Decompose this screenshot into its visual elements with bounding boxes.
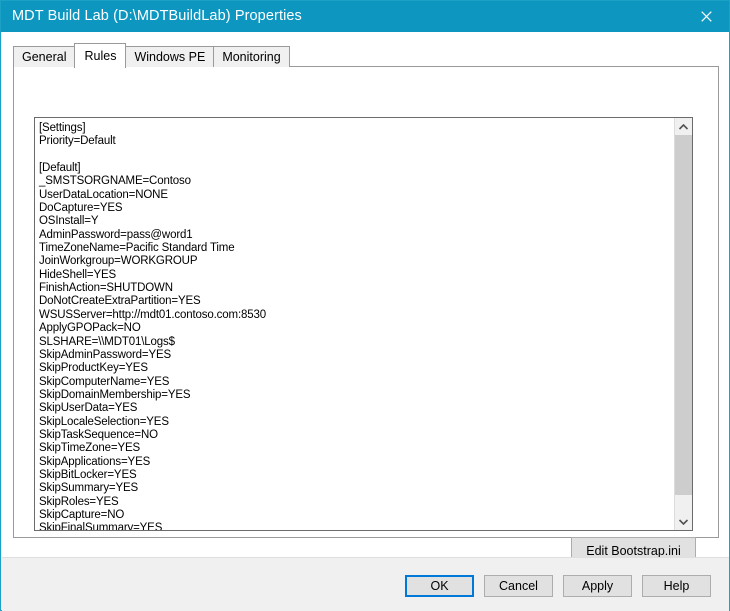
rules-line: SkipLocaleSelection=YES [39,415,169,428]
properties-dialog-window: MDT Build Lab (D:\MDTBuildLab) Propertie… [0,0,730,611]
rules-line: FinishAction=SHUTDOWN [39,282,173,295]
rules-line: Priority=Default [39,135,116,148]
dialog-body: General Rules Windows PE Monitoring [Set… [2,32,729,564]
tab-panel-rules: [Settings] Priority=Default [Default] _SMS… [13,66,719,564]
rules-line: SkipCapture=NO [39,508,125,521]
scrollbar-thumb[interactable] [675,135,692,495]
rules-line: JoinWorkgroup=WORKGROUP [39,255,198,268]
rules-line: TimeZoneName=Pacific Standard Time [39,242,235,255]
title-bar: MDT Build Lab (D:\MDTBuildLab) Propertie… [1,1,729,32]
rules-line: SLSHARE=\\MDT01\Logs$ [39,335,175,348]
rules-text-content[interactable]: [Settings] Priority=Default [Default] _SMS… [35,118,674,530]
rules-line: [Default] [39,162,81,175]
rules-line: DoNotCreateExtraPartition=YES [39,295,201,308]
rules-scrollbar[interactable] [674,118,692,530]
tab-windows-pe[interactable]: Windows PE [125,46,215,67]
dialog-footer: OK Cancel Apply Help [2,557,729,611]
rules-line: SkipTimeZone=YES [39,442,141,455]
close-icon [700,11,712,22]
rules-line: [Settings] [39,122,86,134]
window-title: MDT Build Lab (D:\MDTBuildLab) Propertie… [12,8,302,24]
rules-line: DoCapture=YES [39,202,123,215]
chevron-down-icon [679,518,688,525]
rules-line: WSUSServer=http://mdt01.contoso.com:8530 [39,308,266,321]
rules-line: SkipRoles=YES [39,495,119,508]
rules-line: SkipBitLocker=YES [39,468,137,481]
rules-line: UserDataLocation=NONE [39,188,168,201]
ok-button[interactable]: OK [405,575,474,597]
rules-line: ApplyGPOPack=NO [39,322,141,335]
rules-line: OSInstall=Y [39,215,99,228]
rules-line: SkipAdminPassword=YES [39,348,172,361]
help-button[interactable]: Help [642,575,711,597]
tab-monitoring[interactable]: Monitoring [213,46,290,67]
close-button[interactable] [683,1,729,32]
rules-line: HideShell=YES [39,268,117,281]
scroll-up-button[interactable] [675,118,692,135]
rules-line: SkipComputerName=YES [39,375,170,388]
rules-line: AdminPassword=pass@word1 [39,228,193,241]
rules-line: SkipSummary=YES [39,482,139,495]
chevron-up-icon [679,123,688,130]
rules-line: SkipDomainMembership=YES [39,388,191,401]
rules-line [39,149,674,162]
rules-textarea[interactable]: [Settings] Priority=Default [Default] _SMS… [34,117,693,531]
tab-rules[interactable]: Rules [74,43,127,68]
rules-line: SkipApplications=YES [39,455,151,468]
rules-line: SkipProductKey=YES [39,362,148,375]
apply-button[interactable]: Apply [563,575,632,597]
tab-strip: General Rules Windows PE Monitoring [13,43,290,68]
scroll-down-button[interactable] [675,513,692,530]
cancel-button[interactable]: Cancel [484,575,553,597]
rules-line: SkipFinalSummary=YES [39,522,163,530]
rules-line: _SMSTSORGNAME=Contoso [39,175,191,188]
tab-general[interactable]: General [13,46,76,67]
rules-line: SkipTaskSequence=NO [39,428,158,441]
rules-line: SkipUserData=YES [39,402,138,415]
